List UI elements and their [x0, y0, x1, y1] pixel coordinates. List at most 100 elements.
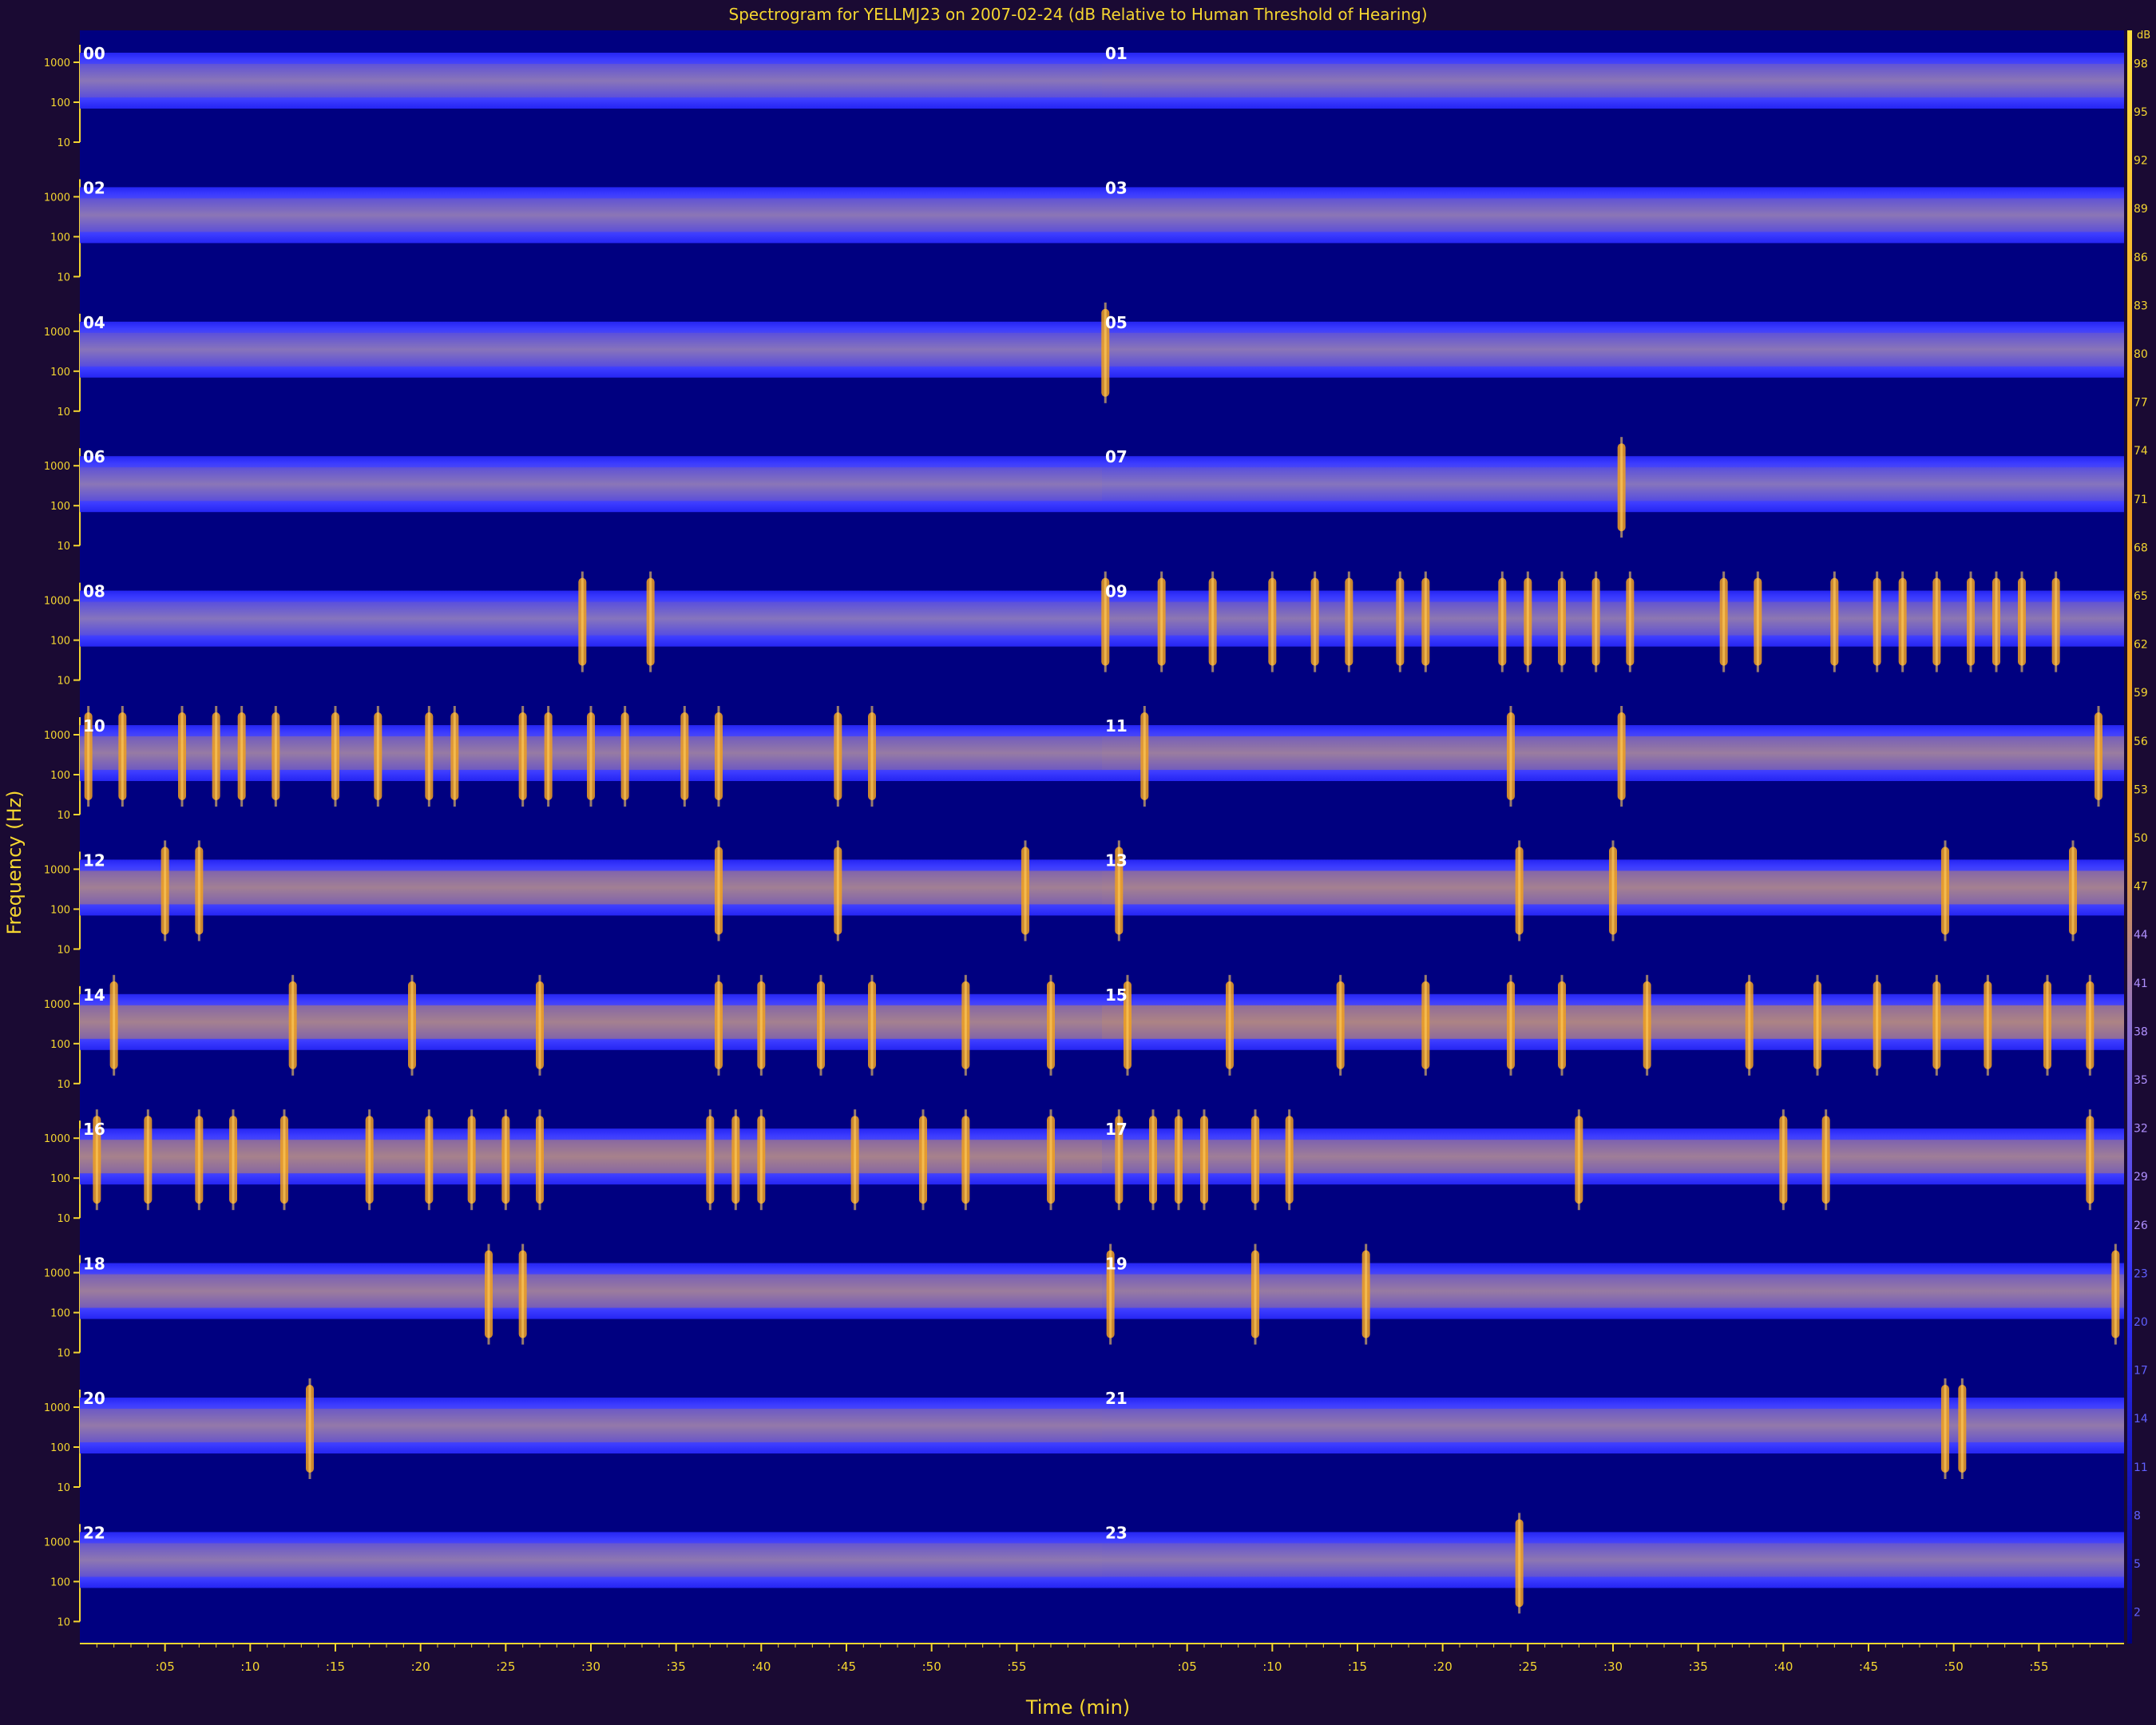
event-core [1160, 571, 1163, 672]
event-core [1339, 974, 1342, 1076]
event-core [283, 1109, 286, 1211]
y-tick-label: 100 [50, 1576, 70, 1588]
x-tick-label: :30 [1603, 1660, 1623, 1674]
event-core [649, 571, 652, 672]
event-core [1833, 571, 1836, 672]
event-core [334, 706, 337, 807]
event-core [1577, 1109, 1580, 1211]
colorbar-unit: dB [2137, 30, 2150, 42]
x-tick-label: :50 [922, 1660, 941, 1674]
event-core [487, 1243, 490, 1345]
y-tick-label: 1000 [44, 1537, 70, 1549]
event-core [1935, 571, 1938, 672]
x-tick-label: :10 [240, 1660, 260, 1674]
hour-label: 12 [83, 851, 105, 870]
y-tick-label: 1000 [44, 864, 70, 876]
y-tick-label: 100 [50, 636, 70, 648]
x-tick-label: :30 [581, 1660, 600, 1674]
event-core [2088, 974, 2091, 1076]
hour-band-energy [1102, 467, 2124, 502]
hour-label: 19 [1105, 1255, 1128, 1274]
event-core [197, 840, 200, 942]
event-core [708, 1109, 711, 1211]
y-tick-label: 10 [57, 1616, 70, 1628]
x-tick-label: :40 [751, 1660, 771, 1674]
event-core [1398, 571, 1401, 672]
colorbar-tick-label: 2 [2134, 1607, 2141, 1620]
hour-band-energy [80, 467, 1102, 502]
y-tick-label: 100 [50, 770, 70, 782]
event-core [836, 840, 839, 942]
colorbar-tick-label: 74 [2134, 445, 2148, 458]
event-core [964, 974, 967, 1076]
event-core [2088, 1109, 2091, 1211]
event-core [1049, 974, 1052, 1076]
colorbar-tick-label: 86 [2134, 252, 2148, 264]
spectrogram-window: { "chart_data": { "type": "heatmap", "ti… [0, 0, 2156, 1725]
hour-band-energy [80, 1543, 1102, 1577]
event-core [410, 974, 414, 1076]
event-core [376, 706, 379, 807]
colorbar-tick-label: 11 [2134, 1461, 2148, 1474]
event-core [274, 706, 277, 807]
hour-label: 08 [83, 582, 105, 601]
event-core [1518, 840, 1521, 942]
y-tick-label: 10 [57, 541, 70, 553]
hour-band-energy [1102, 64, 2124, 97]
y-tick-label: 100 [50, 1308, 70, 1320]
event-core [1526, 571, 1529, 672]
event-core [624, 706, 627, 807]
y-tick-label: 1000 [44, 192, 70, 204]
hour-label: 06 [83, 447, 105, 466]
y-tick-label: 1000 [44, 1402, 70, 1414]
hour-label: 13 [1105, 851, 1128, 870]
event-core [1722, 571, 1726, 672]
event-core [1347, 571, 1350, 672]
y-tick-label: 10 [57, 1482, 70, 1494]
event-core [1560, 571, 1563, 672]
y-tick-label: 10 [57, 1213, 70, 1225]
hour-label: 18 [83, 1255, 105, 1274]
event-core [964, 1109, 967, 1211]
event-core [1876, 571, 1879, 672]
event-core [538, 974, 541, 1076]
hour-label: 09 [1105, 582, 1128, 601]
event-core [1365, 1243, 1368, 1345]
hour-label: 11 [1105, 716, 1128, 736]
hour-band-energy [1102, 1409, 2124, 1442]
y-tick-label: 10 [57, 137, 70, 149]
y-tick-label: 100 [50, 1039, 70, 1051]
hour-label: 15 [1105, 985, 1128, 1005]
x-tick-label: :35 [667, 1660, 686, 1674]
x-tick-label: :45 [837, 1660, 856, 1674]
y-tick-label: 1000 [44, 1133, 70, 1145]
event-core [1560, 974, 1563, 1076]
colorbar-tick-label: 65 [2134, 590, 2148, 603]
colorbar-tick-label: 35 [2134, 1074, 2148, 1087]
hour-label: 07 [1105, 447, 1128, 466]
event-core [308, 1378, 311, 1479]
x-tick-label: :50 [1944, 1660, 1964, 1674]
colorbar-tick-label: 17 [2134, 1365, 2148, 1378]
colorbar-tick-label: 89 [2134, 203, 2148, 216]
y-tick-label: 1000 [44, 58, 70, 69]
event-core [197, 1109, 200, 1211]
hour-label: 23 [1105, 1523, 1128, 1542]
event-core [1816, 974, 1819, 1076]
hour-band-energy [80, 64, 1102, 97]
event-core [683, 706, 686, 807]
event-core [1781, 1109, 1785, 1211]
y-tick-label: 10 [57, 676, 70, 688]
event-core [1995, 571, 1998, 672]
event-core [589, 706, 593, 807]
x-tick-label: :15 [326, 1660, 345, 1674]
event-core [759, 974, 763, 1076]
event-core [1177, 1109, 1180, 1211]
event-core [240, 706, 244, 807]
spectrogram-plot: 10001001000 0110001001002 0310001001004 051… [44, 30, 2150, 1674]
event-core [232, 1109, 235, 1211]
event-core [427, 706, 430, 807]
event-core [1143, 706, 1146, 807]
y-tick-label: 10 [57, 272, 70, 284]
event-core [1901, 571, 1904, 672]
